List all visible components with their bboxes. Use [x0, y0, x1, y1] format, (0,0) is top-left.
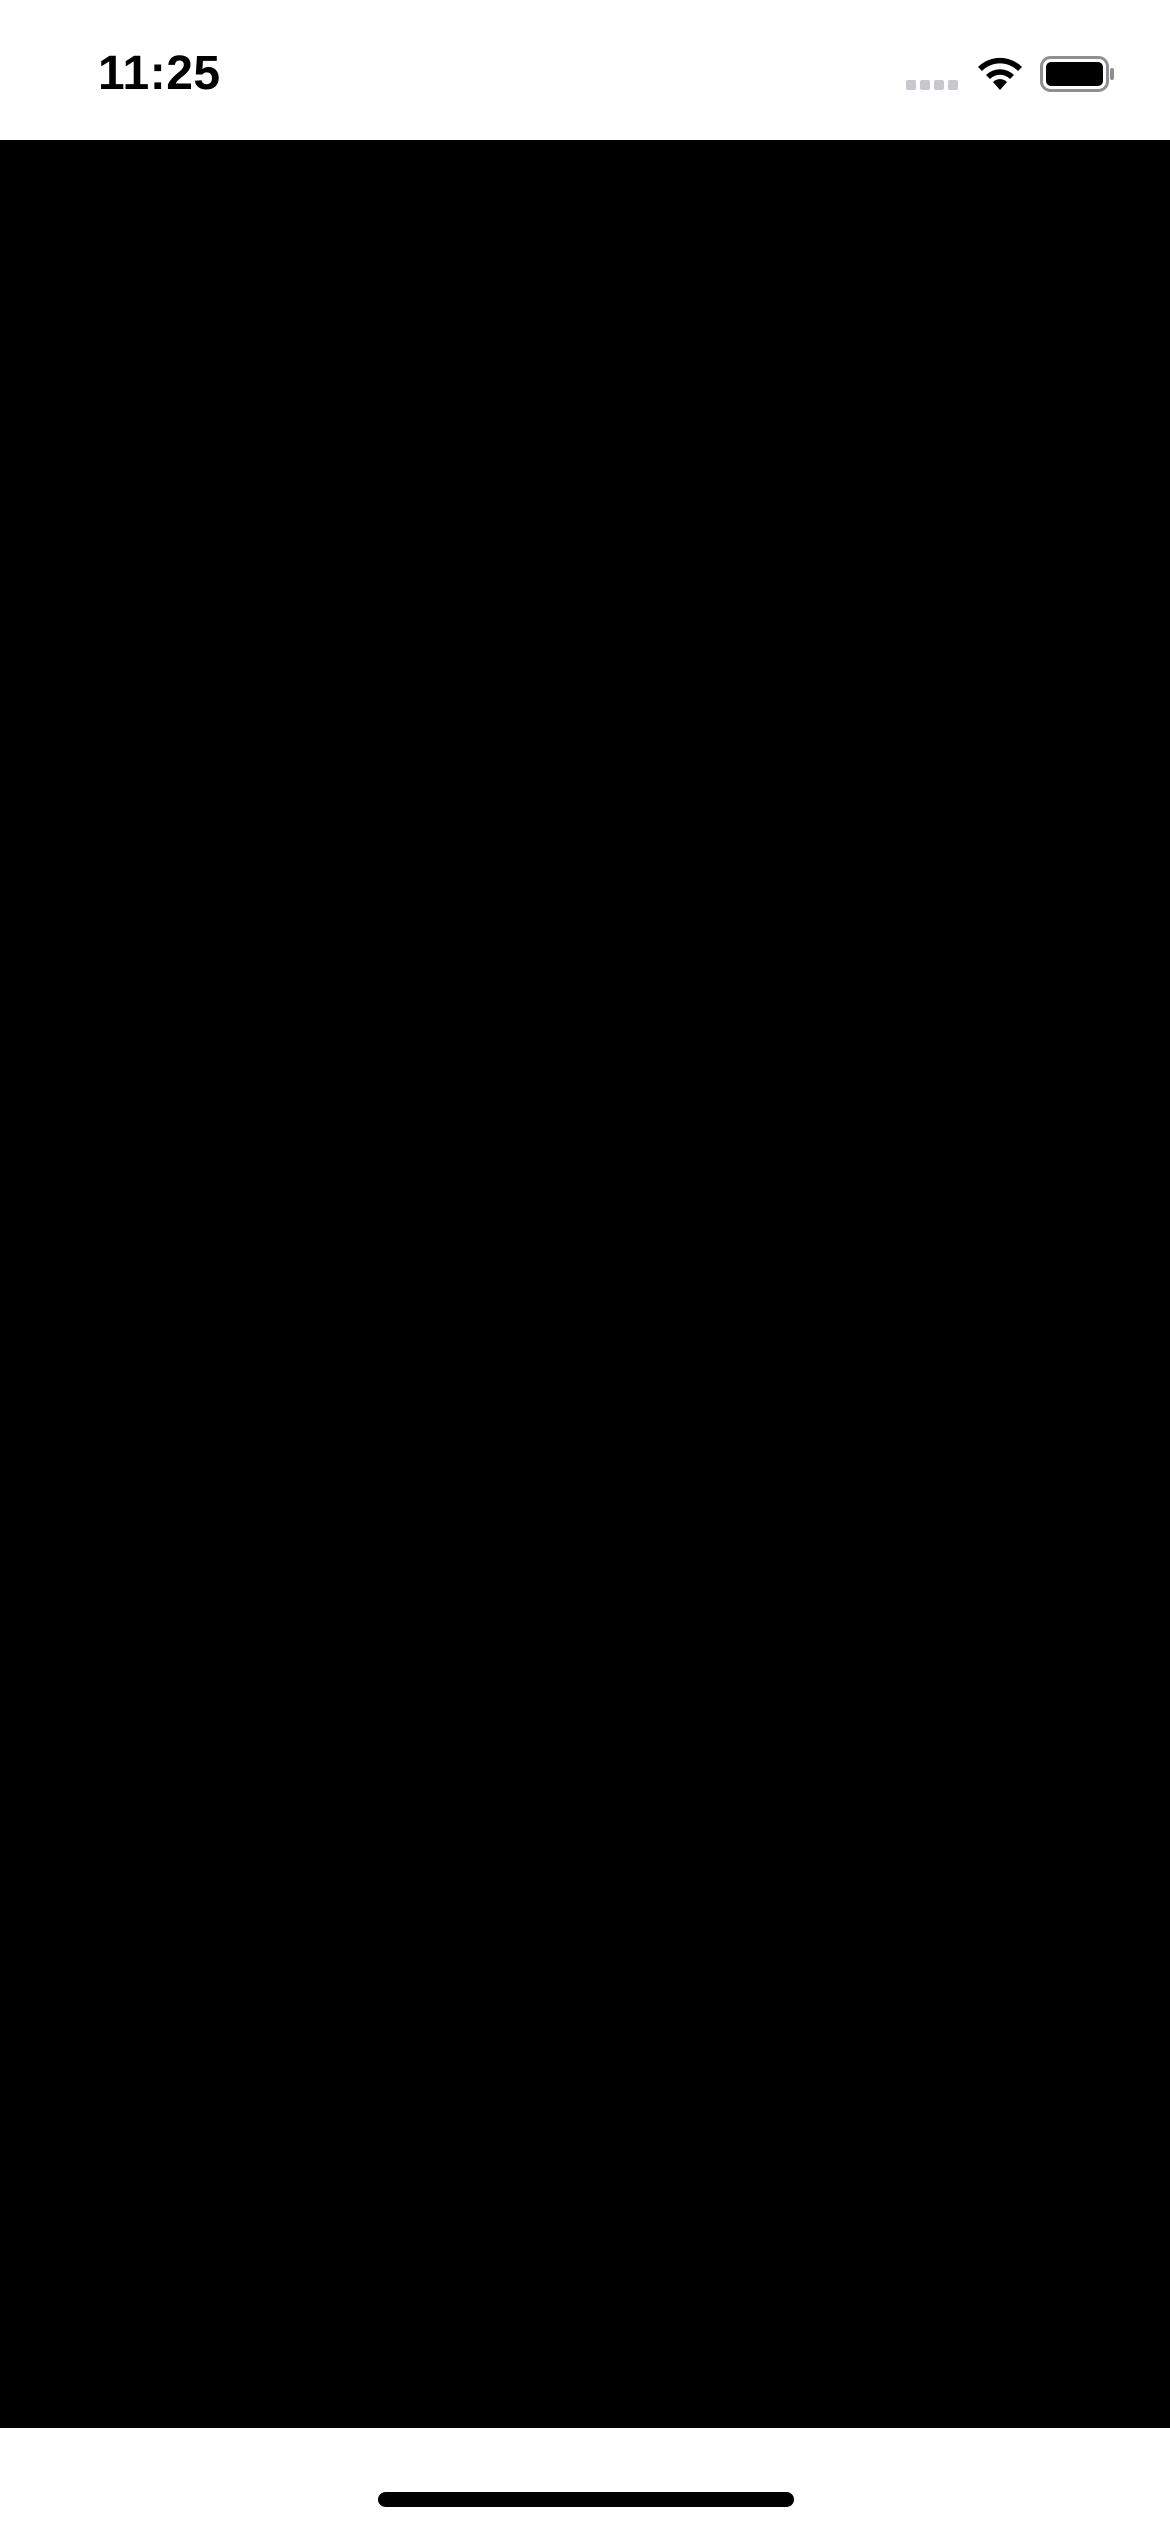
wifi-icon	[978, 57, 1022, 90]
phone-screen: 11:25	[0, 0, 1170, 2532]
status-bar: 11:25	[0, 0, 1170, 140]
signal-bar	[934, 80, 944, 90]
battery-icon	[1040, 56, 1114, 92]
signal-bar	[920, 80, 930, 90]
bottom-safe-area	[0, 2428, 1170, 2532]
home-indicator[interactable]	[378, 2492, 794, 2507]
cellular-signal-icon	[906, 80, 960, 90]
main-content-area	[0, 140, 1170, 2428]
signal-bar	[948, 80, 958, 90]
status-time: 11:25	[98, 47, 221, 100]
signal-bar	[906, 80, 916, 90]
